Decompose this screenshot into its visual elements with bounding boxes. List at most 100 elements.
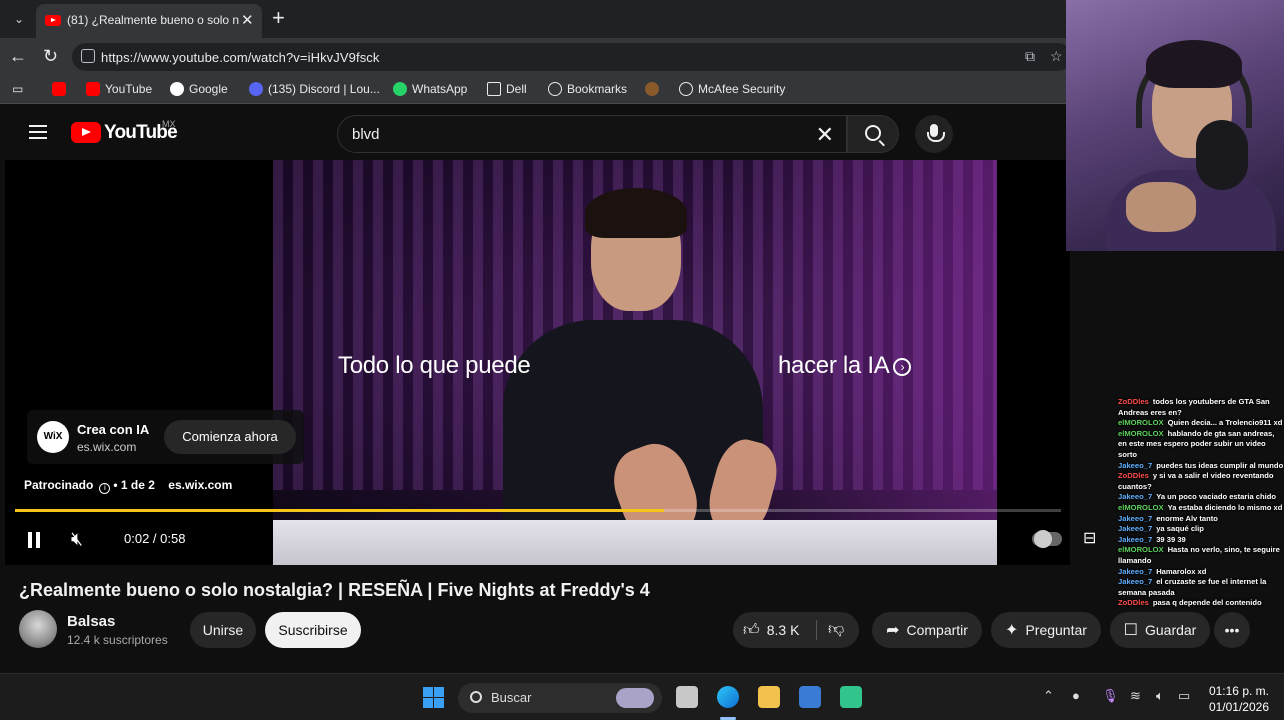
tray-chevron-icon[interactable]: ⌃ (1043, 688, 1054, 704)
ask-button[interactable]: ✦ Preguntar (991, 612, 1101, 648)
tray-app-icon[interactable]: ● (1072, 688, 1080, 703)
bookmark-label: McAfee Security (698, 82, 786, 96)
stream-chat-overlay: ZoDDles todos los youtubers de GTA San An… (1118, 397, 1284, 609)
tab-list-chevron-icon[interactable]: ⌄ (8, 8, 30, 30)
search-icon (865, 125, 881, 141)
wix-logo[interactable]: WiX (37, 421, 69, 453)
chat-username: Jakeeo_7 (1118, 513, 1153, 523)
chat-message: ZoDDles todos los youtubers de GTA San An… (1118, 397, 1284, 418)
battery-icon[interactable]: ▭ (1178, 688, 1190, 704)
chat-username: ZoDDles (1118, 397, 1149, 406)
sponsored-label: Patrocinado (24, 478, 94, 492)
ad-cta-button[interactable]: Comienza ahora (164, 420, 296, 454)
bookmark-item[interactable]: WhatsApp (393, 82, 467, 96)
clock-date: 01/01/2026 (1208, 700, 1269, 714)
windows-taskbar: Buscar ⌃ ● 🎙︎ ≋ 🔈︎ ▭ 01:16 p. m. 01/01/2… (0, 673, 1284, 720)
thumbs-up-icon[interactable]: 👍︎ (743, 613, 760, 649)
more-actions-icon[interactable]: ••• (1214, 612, 1250, 648)
channel-avatar[interactable] (19, 610, 57, 648)
chat-message: ZoDDles pasa q depende del contenido (1118, 598, 1284, 609)
windows-start-icon[interactable] (423, 687, 445, 709)
muted-speaker-icon[interactable]: 🔇︎ (71, 529, 83, 551)
bookmark-item[interactable]: Google (170, 82, 228, 96)
volume-icon[interactable]: 🔈︎ (1156, 688, 1164, 704)
time-display: 0:02 / 0:58 (124, 531, 186, 546)
mic-tray-icon[interactable]: 🎙︎ (1102, 688, 1119, 704)
site-info-icon[interactable] (81, 49, 95, 63)
save-button[interactable]: ☐ Guardar (1110, 612, 1210, 648)
video-frame[interactable]: Todo lo que puede hacer la IA › (273, 160, 997, 565)
app-icon[interactable] (840, 686, 862, 708)
video-player[interactable]: Todo lo que puede hacer la IA › WiX Crea … (5, 160, 1096, 565)
presenter-hair (585, 188, 687, 238)
install-app-icon[interactable]: ⧉ (1025, 48, 1035, 65)
wifi-icon[interactable]: ≋ (1130, 688, 1141, 704)
webcam-overlay (1066, 0, 1284, 251)
chat-text: Hamarolox xd (1156, 566, 1207, 576)
search-highlight-art (616, 688, 654, 708)
chat-username: Jakeeo_7 (1118, 524, 1153, 534)
ad-card[interactable]: WiX Crea con IA es.wix.com Comienza ahor… (27, 410, 304, 464)
address-bar[interactable]: https://www.youtube.com/watch?v=iHkvJV9f… (72, 43, 1072, 71)
search-input[interactable]: blvd ✕ (337, 115, 847, 153)
subscriber-count: 12.4 k suscriptores (67, 633, 168, 647)
store-icon[interactable] (799, 686, 821, 708)
like-count[interactable]: 8.3 K (767, 622, 800, 638)
browser-tab-active[interactable]: (81) ¿Realmente bueno o solo nostalgia? … (36, 4, 262, 38)
tab-close-icon[interactable]: ✕ (241, 11, 254, 29)
sidebar-toggle-icon[interactable]: ▭ (12, 82, 23, 96)
voice-search-button[interactable] (915, 115, 953, 153)
chat-username: elMOROLOX (1118, 418, 1164, 428)
join-button[interactable]: Unirse (190, 612, 256, 648)
microphone-icon (927, 124, 945, 142)
youtube-logo-icon[interactable] (71, 122, 101, 143)
sponsor-domain-link[interactable]: es.wix.com (168, 478, 232, 492)
info-icon[interactable]: i (99, 483, 111, 494)
pause-icon[interactable] (27, 532, 41, 548)
sparkle-icon: ✦ (1005, 622, 1019, 639)
progress-bar[interactable] (15, 509, 1061, 512)
taskbar-search[interactable]: Buscar (458, 683, 662, 713)
bookmark-item[interactable]: YouTube (86, 82, 152, 96)
thumbs-down-icon[interactable]: 👎︎ (828, 612, 844, 648)
menu-hamburger-icon[interactable] (29, 125, 47, 139)
bookmark-item[interactable] (52, 82, 71, 96)
channel-name[interactable]: Balsas (67, 613, 115, 630)
subtitles-icon[interactable]: ⊟ (1083, 528, 1096, 548)
chat-message: elMOROLOX Hasta no verlo, sino, te seguir… (1118, 545, 1284, 566)
chat-username: elMOROLOX (1118, 428, 1164, 438)
bookmark-item[interactable]: McAfee Security (679, 82, 785, 96)
chat-message: Jakeeo_7 enorme Alv tanto (1118, 514, 1284, 525)
chat-username: elMOROLOX (1118, 502, 1164, 512)
bookmark-item[interactable] (645, 82, 664, 96)
chat-username: Jakeeo_7 (1118, 460, 1153, 470)
chat-text: 39 39 39 (1156, 534, 1186, 544)
file-explorer-icon[interactable] (758, 686, 780, 708)
table-surface (273, 520, 997, 565)
chat-username: Jakeeo_7 (1118, 534, 1153, 544)
ad-title[interactable]: Crea con IA (77, 422, 149, 437)
bookmark-item[interactable]: Bookmarks (548, 82, 627, 96)
bookmark-item[interactable]: Dell (487, 82, 527, 96)
bookmark-star-icon[interactable]: ☆ (1050, 48, 1063, 65)
bookmark-label: WhatsApp (412, 82, 468, 96)
url-text: https://www.youtube.com/watch?v=iHkvJV9f… (101, 50, 380, 65)
task-view-icon[interactable] (676, 686, 698, 708)
share-button[interactable]: ➦ Compartir (872, 612, 982, 648)
back-arrow-icon[interactable]: ← (9, 46, 27, 67)
taskbar-clock[interactable]: 01:16 p. m. 01/01/2026 (1205, 683, 1269, 715)
progress-fill (15, 509, 664, 512)
edge-icon[interactable] (717, 686, 739, 708)
clock-time: 01:16 p. m. (1208, 684, 1269, 698)
google-icon (170, 82, 184, 96)
microphone (1196, 120, 1248, 190)
new-tab-plus-icon[interactable]: + (272, 5, 285, 31)
reload-icon[interactable]: ↻ (43, 46, 58, 67)
autoplay-toggle[interactable] (1032, 530, 1062, 548)
clear-search-icon[interactable]: ✕ (816, 122, 834, 148)
search-button[interactable] (847, 115, 899, 153)
chat-username: Jakeeo_7 (1118, 577, 1153, 587)
subscribe-button[interactable]: Suscribirse (265, 612, 361, 648)
bookmark-item[interactable]: (135) Discord | Lou... (249, 82, 380, 96)
chat-username: elMOROLOX (1118, 545, 1164, 555)
